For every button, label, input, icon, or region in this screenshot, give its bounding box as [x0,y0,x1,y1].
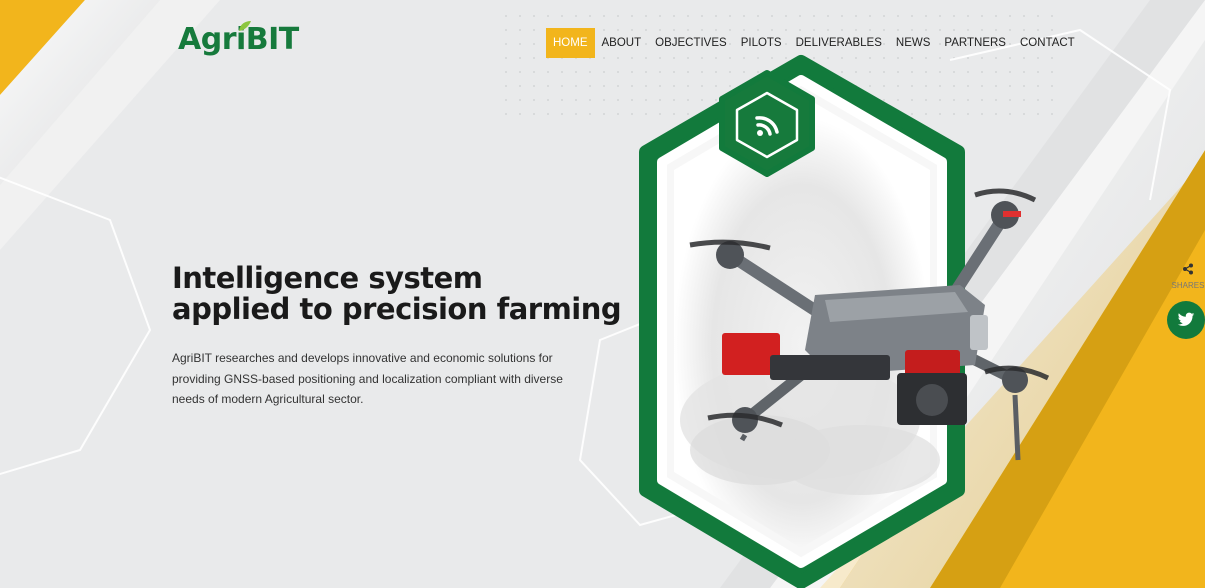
wifi-icon [755,116,779,136]
twitter-icon [1177,312,1195,326]
share-label: SHARES [1171,281,1205,290]
twitter-share-button[interactable] [1167,301,1205,339]
share-icon [1183,263,1193,275]
drone-illustration [639,55,1050,588]
share-counter: SHARES [1168,262,1205,290]
